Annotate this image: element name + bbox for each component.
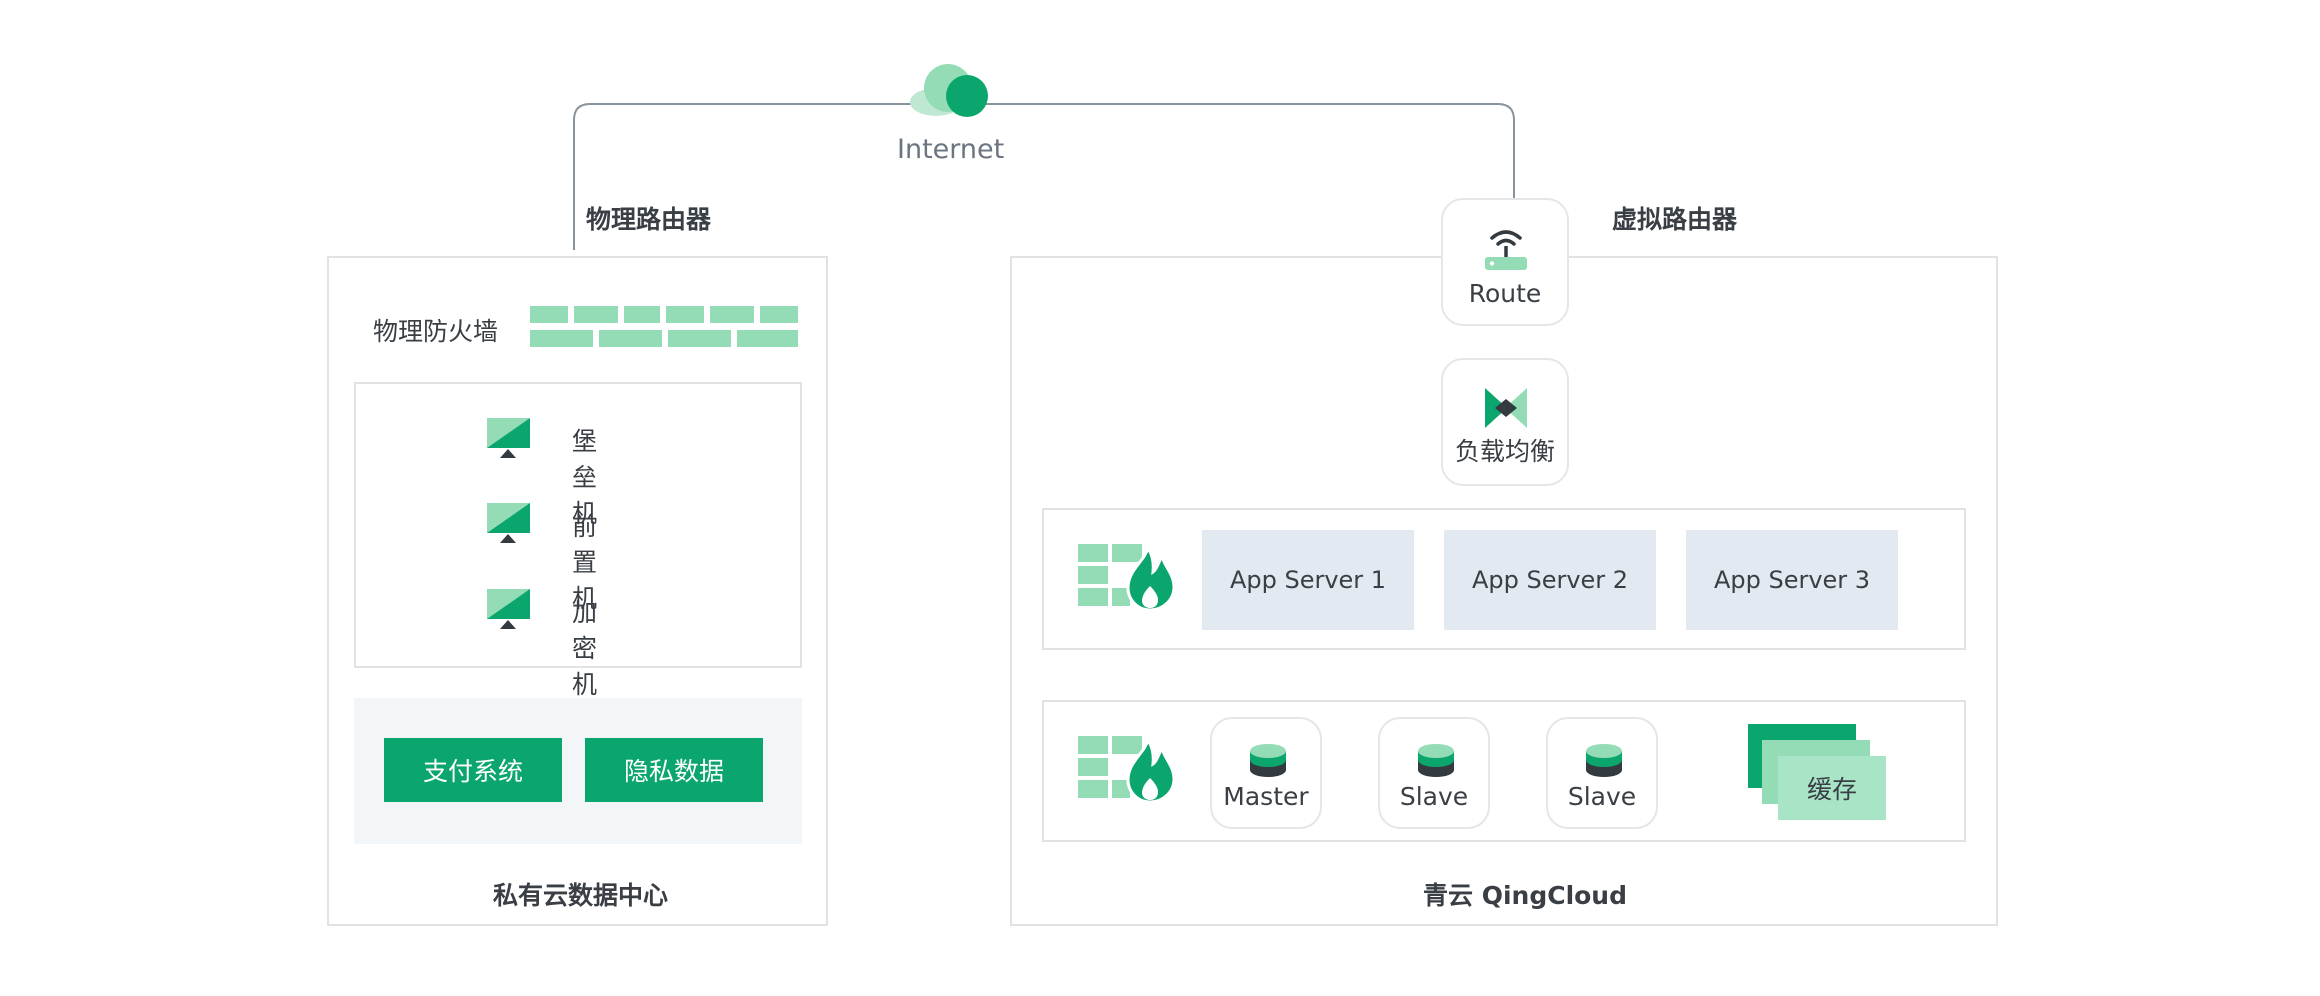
private-data-block: 隐私数据 (585, 738, 763, 802)
database-icon (1418, 744, 1454, 777)
monitor-icon (487, 589, 530, 629)
app-server-1: App Server 1 (1202, 530, 1414, 630)
db-slave-node: Slave (1546, 717, 1658, 829)
internet-label: Internet (897, 134, 1005, 165)
db-slave-node: Slave (1378, 717, 1490, 829)
monitor-icon (487, 503, 530, 543)
host-label: 加密机 (572, 598, 598, 699)
route-node: Route (1441, 198, 1569, 326)
db-master-node: Master (1210, 717, 1322, 829)
cloud-icon (910, 64, 988, 117)
firewall-label: 物理防火墙 (373, 317, 499, 346)
private-datacenter-title: 私有云数据中心 (493, 881, 669, 910)
firewall-brick-icon (530, 306, 798, 347)
cache-layer: 缓存 (1778, 756, 1886, 820)
database-icon (1250, 744, 1286, 777)
host-item: 加密机 (486, 589, 597, 699)
virtual-router-label: 虚拟路由器 (1612, 205, 1738, 234)
app-server-2: App Server 2 (1444, 530, 1656, 630)
payment-system-block: 支付系统 (384, 738, 562, 802)
load-balancer-icon (1485, 388, 1527, 428)
db-label: Slave (1567, 782, 1637, 811)
db-label: Slave (1399, 782, 1469, 811)
app-server-3: App Server 3 (1686, 530, 1898, 630)
internet-node (904, 60, 994, 120)
firewall-flame-icon (1078, 736, 1176, 804)
firewall-flame-icon (1078, 544, 1176, 612)
load-balancer-node: 负载均衡 (1441, 358, 1569, 486)
internet-link-line (573, 103, 1515, 250)
cache-label: 缓存 (1806, 775, 1857, 804)
cache-stack: 缓存 (1748, 724, 1888, 822)
host-item: 前置机 (486, 503, 597, 613)
route-label: Route (1468, 279, 1542, 308)
load-balancer-label: 负载均衡 (1454, 437, 1555, 466)
monitor-icon (487, 418, 530, 458)
db-label: Master (1223, 782, 1309, 811)
physical-router-label: 物理路由器 (586, 205, 712, 234)
host-item: 堡垒机 (486, 418, 597, 528)
database-icon (1586, 744, 1622, 777)
wifi-router-icon (1485, 230, 1527, 270)
qingcloud-title: 青云 QingCloud (1423, 881, 1628, 910)
